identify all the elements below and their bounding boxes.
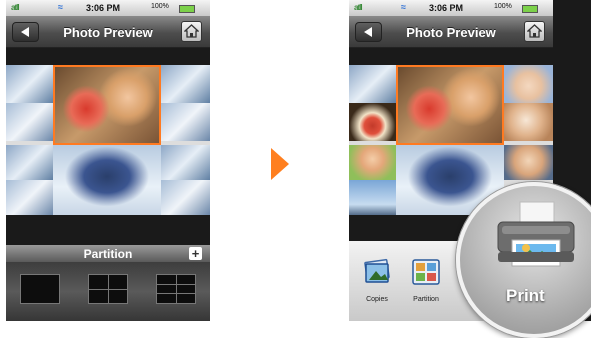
- home-button[interactable]: [181, 21, 202, 42]
- partition-header: Partition +: [6, 245, 210, 262]
- photo-thumb[interactable]: [349, 145, 396, 180]
- photo-thumb[interactable]: [6, 65, 53, 103]
- photo-thumb[interactable]: [349, 65, 396, 103]
- add-partition-button[interactable]: +: [189, 247, 202, 260]
- battery-icon: [179, 5, 195, 13]
- photo-thumb[interactable]: [6, 145, 53, 180]
- wifi-icon: ≈: [401, 2, 406, 12]
- nav-bar: Photo Preview: [6, 16, 210, 48]
- copies-label: Copies: [366, 296, 388, 303]
- partition-icon[interactable]: [411, 258, 441, 286]
- partition-options: [6, 262, 210, 321]
- page-title: Photo Preview: [406, 25, 496, 40]
- photo-thumb[interactable]: [161, 103, 210, 141]
- status-time: 3:06 PM: [86, 3, 121, 13]
- photo-thumb[interactable]: [53, 145, 161, 215]
- selected-photo[interactable]: [396, 65, 504, 145]
- partition-option-four-grid[interactable]: [88, 274, 128, 304]
- status-time: 3:06 PM: [429, 3, 464, 13]
- page-title: Photo Preview: [63, 25, 153, 40]
- left-phone-screen: atll ≈ 3:06 PM 100% Photo Preview Partit…: [6, 0, 210, 321]
- partition-option-six-grid[interactable]: [156, 274, 196, 304]
- status-bar: atll ≈ 3:06 PM 100%: [349, 0, 553, 16]
- home-icon: [527, 24, 542, 38]
- battery-percent: 100%: [494, 3, 512, 10]
- photo-thumb[interactable]: [6, 180, 53, 215]
- home-button[interactable]: [524, 21, 545, 42]
- home-icon: [184, 24, 199, 38]
- partition-option-one-pane[interactable]: [20, 274, 60, 304]
- photo-thumb[interactable]: [504, 103, 553, 141]
- status-bar: atll ≈ 3:06 PM 100%: [6, 0, 210, 16]
- photo-thumb[interactable]: [161, 180, 210, 215]
- signal-indicator: atll: [11, 3, 20, 12]
- print-label: Print: [506, 286, 545, 305]
- signal-indicator: atll: [354, 3, 363, 12]
- nav-bar: Photo Preview: [349, 16, 553, 48]
- photo-thumb[interactable]: [504, 65, 553, 103]
- photo-thumb[interactable]: [6, 103, 53, 141]
- printer-icon: [497, 201, 575, 267]
- photo-grid: [6, 65, 210, 215]
- photo-thumb[interactable]: [161, 65, 210, 103]
- copies-icon[interactable]: [362, 258, 392, 286]
- selected-photo[interactable]: [53, 65, 161, 145]
- photo-thumb[interactable]: [161, 145, 210, 180]
- transition-arrow-icon: [271, 148, 289, 180]
- photo-thumb[interactable]: [504, 145, 553, 180]
- photo-thumb[interactable]: [349, 180, 396, 215]
- photo-thumb[interactable]: [349, 103, 396, 141]
- wifi-icon: ≈: [58, 2, 63, 12]
- partition-title: Partition: [83, 247, 133, 261]
- battery-percent: 100%: [151, 3, 169, 10]
- battery-icon: [522, 5, 538, 13]
